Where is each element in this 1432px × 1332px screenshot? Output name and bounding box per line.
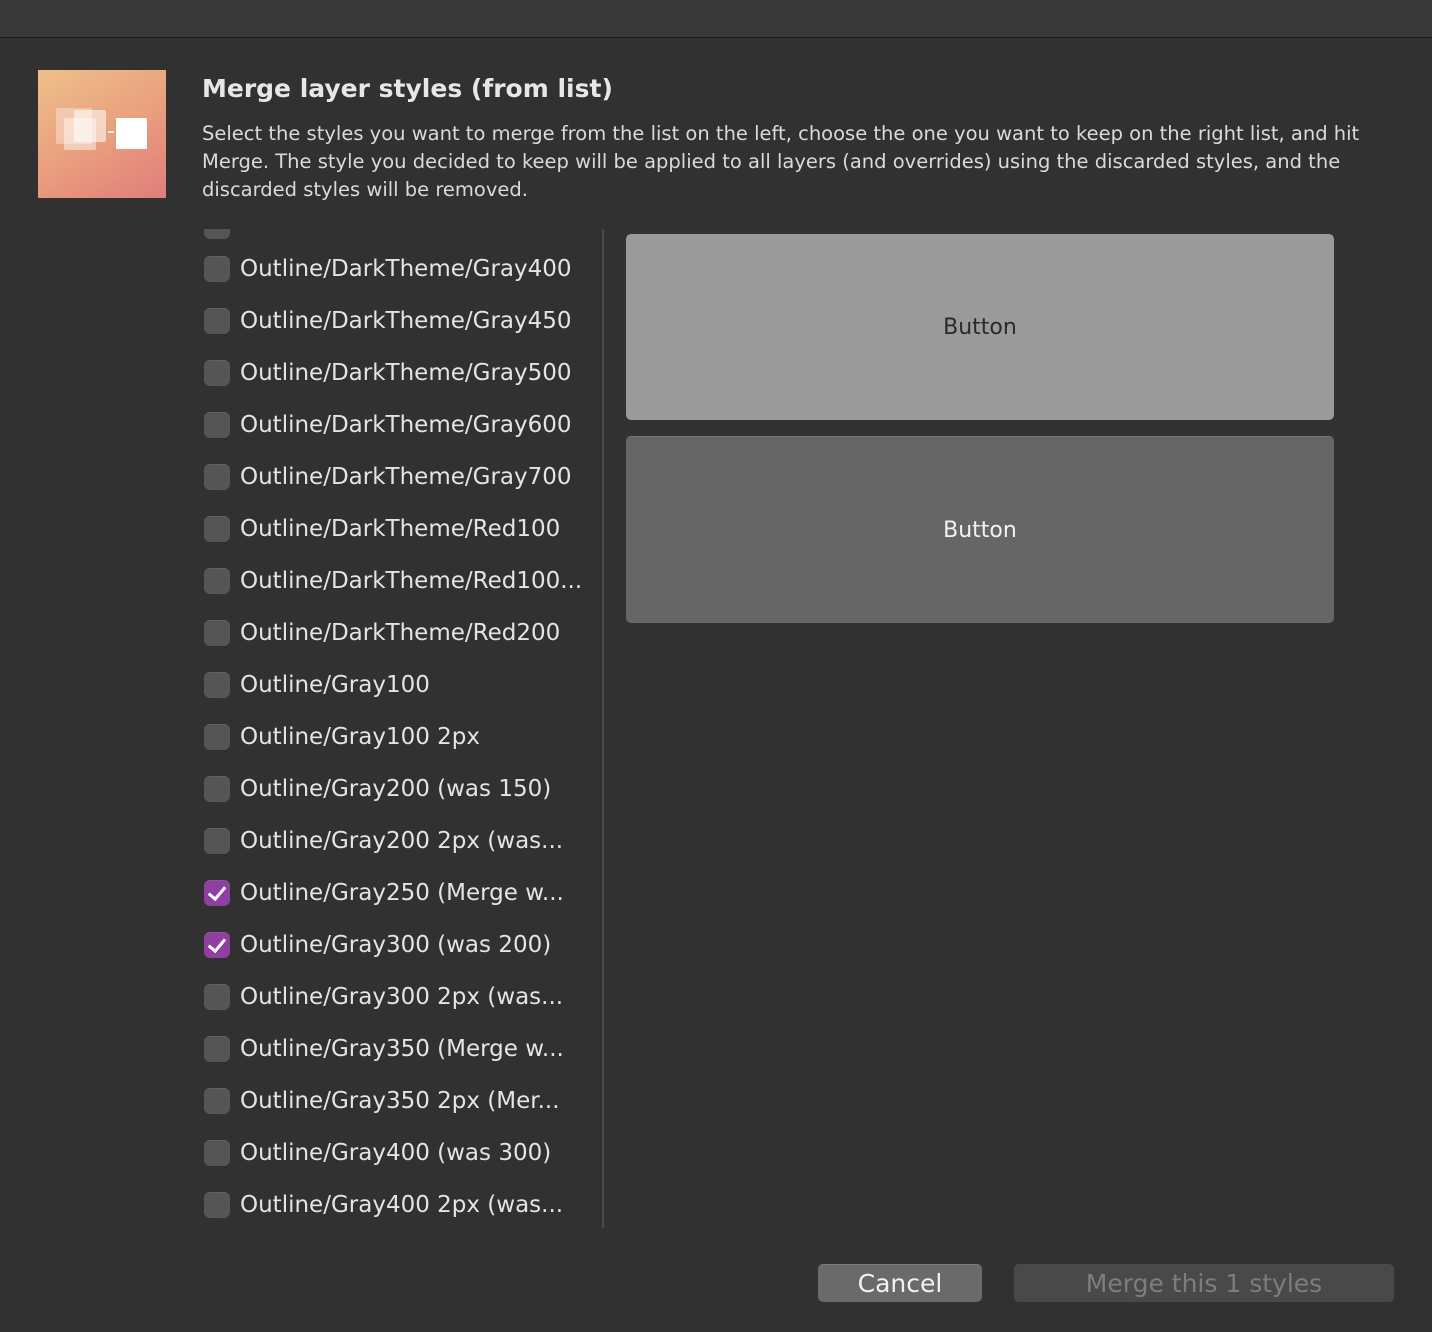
list-item-label: Outline/Gray300 (was 200) bbox=[240, 932, 552, 958]
preview-label: Button bbox=[943, 517, 1017, 543]
list-item[interactable]: Outline/Gray100 bbox=[200, 667, 600, 703]
dialog-description: Select the styles you want to merge from… bbox=[202, 122, 1360, 201]
list-item-label: Outline/DarkTheme/Red100 bbox=[240, 516, 561, 542]
dialog-title: Merge layer styles (from list) bbox=[202, 74, 613, 103]
checkbox[interactable] bbox=[204, 1140, 230, 1166]
checkbox[interactable] bbox=[204, 672, 230, 698]
list-item-label: Outline/Gray400 2px (was... bbox=[240, 1192, 564, 1218]
checkbox-checked[interactable] bbox=[204, 932, 230, 958]
list-item[interactable]: Outline/DarkTheme/Gray600 bbox=[200, 407, 600, 443]
checkbox[interactable] bbox=[204, 568, 230, 594]
list-item-label: Outline/DarkTheme/Gray500 bbox=[240, 360, 572, 386]
list-item-label: Outline/Gray100 2px bbox=[240, 724, 480, 750]
list-item[interactable]: Outline/DarkTheme/Gray700 bbox=[200, 459, 600, 495]
preview-label: Button bbox=[943, 314, 1017, 340]
checkbox[interactable] bbox=[204, 984, 230, 1010]
list-item-partial[interactable] bbox=[200, 229, 600, 244]
list-item[interactable]: Outline/Gray300 (was 200) bbox=[200, 927, 600, 963]
checkbox[interactable] bbox=[204, 828, 230, 854]
merge-button[interactable]: Merge this 1 styles bbox=[1014, 1264, 1394, 1302]
list-item[interactable]: Outline/DarkTheme/Red100 bbox=[200, 511, 600, 547]
list-item[interactable]: Outline/Gray100 2px bbox=[200, 719, 600, 755]
list-item[interactable]: Outline/Gray400 (was 300) bbox=[200, 1135, 600, 1171]
list-item[interactable]: Outline/DarkTheme/Red100... bbox=[200, 563, 600, 599]
list-item-label: Outline/DarkTheme/Gray700 bbox=[240, 464, 572, 490]
style-preview-option-2[interactable]: Button bbox=[626, 436, 1334, 623]
checkbox[interactable] bbox=[204, 620, 230, 646]
list-item[interactable]: Outline/Gray300 2px (was... bbox=[200, 979, 600, 1015]
result-square-shape bbox=[116, 118, 147, 149]
list-item[interactable]: Outline/DarkTheme/Red200 bbox=[200, 615, 600, 651]
cancel-button[interactable]: Cancel bbox=[818, 1264, 982, 1302]
list-item-label: Outline/DarkTheme/Red200 bbox=[240, 620, 561, 646]
list-item-label: Outline/Gray200 2px (was... bbox=[240, 828, 564, 854]
checkbox[interactable] bbox=[204, 1088, 230, 1114]
list-item-label: Outline/DarkTheme/Red100... bbox=[240, 568, 583, 594]
list-item-label: Outline/Gray400 (was 300) bbox=[240, 1140, 552, 1166]
checkbox[interactable] bbox=[204, 776, 230, 802]
style-preview-option-1[interactable]: Button bbox=[626, 234, 1334, 420]
merge-styles-app-icon bbox=[38, 70, 166, 198]
list-item[interactable]: Outline/Gray350 2px (Mer... bbox=[200, 1083, 600, 1119]
list-item-label: Outline/Gray200 (was 150) bbox=[240, 776, 552, 802]
checkbox[interactable] bbox=[204, 1036, 230, 1062]
list-item-label: Outline/Gray350 2px (Mer... bbox=[240, 1088, 560, 1114]
list-item-label: Outline/Gray350 (Merge w... bbox=[240, 1036, 564, 1062]
merge-arrow-shape bbox=[108, 131, 114, 133]
list-item[interactable]: Outline/Gray400 2px (was... bbox=[200, 1187, 600, 1223]
list-divider bbox=[602, 229, 604, 1228]
checkbox[interactable] bbox=[204, 516, 230, 542]
style-list[interactable]: Outline/DarkTheme/Gray400 Outline/DarkThe… bbox=[200, 229, 602, 1228]
list-item[interactable]: Outline/Gray250 (Merge w... bbox=[200, 875, 600, 911]
list-item-label: Outline/Gray250 (Merge w... bbox=[240, 880, 564, 906]
window-titlebar bbox=[0, 0, 1432, 38]
checkbox-checked[interactable] bbox=[204, 880, 230, 906]
list-item-label: Outline/Gray300 2px (was... bbox=[240, 984, 564, 1010]
list-item[interactable]: Outline/Gray200 (was 150) bbox=[200, 771, 600, 807]
list-item-label: Outline/DarkTheme/Gray450 bbox=[240, 308, 572, 334]
list-item-label: Outline/DarkTheme/Gray600 bbox=[240, 412, 572, 438]
layer-square-shape bbox=[74, 110, 106, 142]
checkbox[interactable] bbox=[204, 1192, 230, 1218]
checkbox[interactable] bbox=[204, 229, 230, 239]
checkbox[interactable] bbox=[204, 360, 230, 386]
list-item-label: Outline/Gray100 bbox=[240, 672, 430, 698]
checkbox[interactable] bbox=[204, 724, 230, 750]
list-item-label: Outline/DarkTheme/Gray400 bbox=[240, 256, 572, 282]
list-item[interactable]: Outline/DarkTheme/Gray450 bbox=[200, 303, 600, 339]
list-item[interactable]: Outline/DarkTheme/Gray500 bbox=[200, 355, 600, 391]
list-item[interactable]: Outline/DarkTheme/Gray400 bbox=[200, 251, 600, 287]
checkbox[interactable] bbox=[204, 308, 230, 334]
checkbox[interactable] bbox=[204, 464, 230, 490]
list-item[interactable]: Outline/Gray200 2px (was... bbox=[200, 823, 600, 859]
list-item[interactable]: Outline/Gray350 (Merge w... bbox=[200, 1031, 600, 1067]
checkbox[interactable] bbox=[204, 412, 230, 438]
checkbox[interactable] bbox=[204, 256, 230, 282]
